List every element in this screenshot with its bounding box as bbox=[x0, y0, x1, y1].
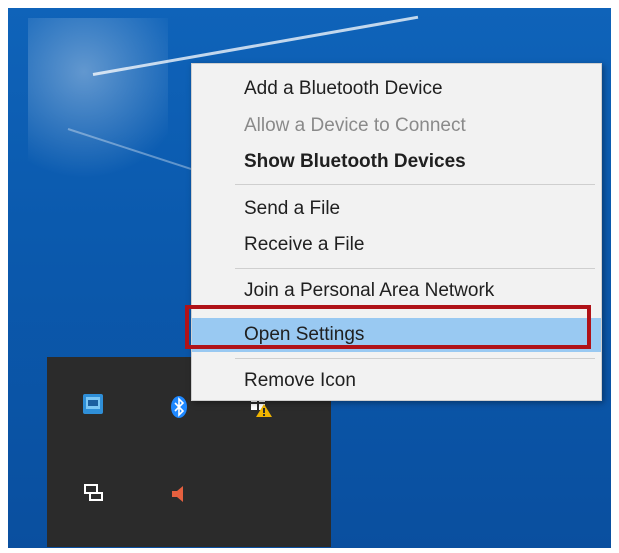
menu-item-receive-a-file[interactable]: Receive a File bbox=[192, 228, 601, 262]
menu-item-join-personal-area-network[interactable]: Join a Personal Area Network bbox=[192, 274, 601, 308]
menu-item-label: Add a Bluetooth Device bbox=[244, 78, 443, 99]
menu-item-label: Allow a Device to Connect bbox=[244, 115, 466, 136]
menu-item-label: Join a Personal Area Network bbox=[244, 280, 495, 301]
menu-item-label: Remove Icon bbox=[244, 370, 356, 391]
menu-item-label: Send a File bbox=[244, 198, 341, 219]
menu-separator bbox=[235, 358, 595, 359]
window-logo-glow bbox=[28, 18, 168, 198]
menu-separator bbox=[235, 268, 595, 269]
menu-item-add-bluetooth-device[interactable]: Add a Bluetooth Device bbox=[192, 72, 601, 106]
bluetooth-context-menu: Add a Bluetooth Device Allow a Device to… bbox=[191, 63, 602, 401]
menu-item-label: Receive a File bbox=[244, 234, 365, 255]
menu-item-send-a-file[interactable]: Send a File bbox=[192, 192, 601, 226]
menu-item-allow-device-to-connect: Allow a Device to Connect bbox=[192, 109, 601, 143]
menu-item-open-settings[interactable]: Open Settings bbox=[192, 318, 601, 352]
menu-item-remove-icon[interactable]: Remove Icon bbox=[192, 364, 601, 398]
menu-item-label: Open Settings bbox=[244, 324, 365, 345]
menu-item-show-bluetooth-devices[interactable]: Show Bluetooth Devices bbox=[192, 145, 601, 179]
display-switch-icon[interactable] bbox=[81, 480, 105, 504]
menu-separator bbox=[235, 184, 595, 185]
bluetooth-icon[interactable] bbox=[167, 395, 191, 419]
menu-item-label: Show Bluetooth Devices bbox=[244, 151, 466, 172]
speaker-icon[interactable] bbox=[167, 482, 191, 506]
intel-graphics-icon[interactable] bbox=[81, 392, 105, 416]
